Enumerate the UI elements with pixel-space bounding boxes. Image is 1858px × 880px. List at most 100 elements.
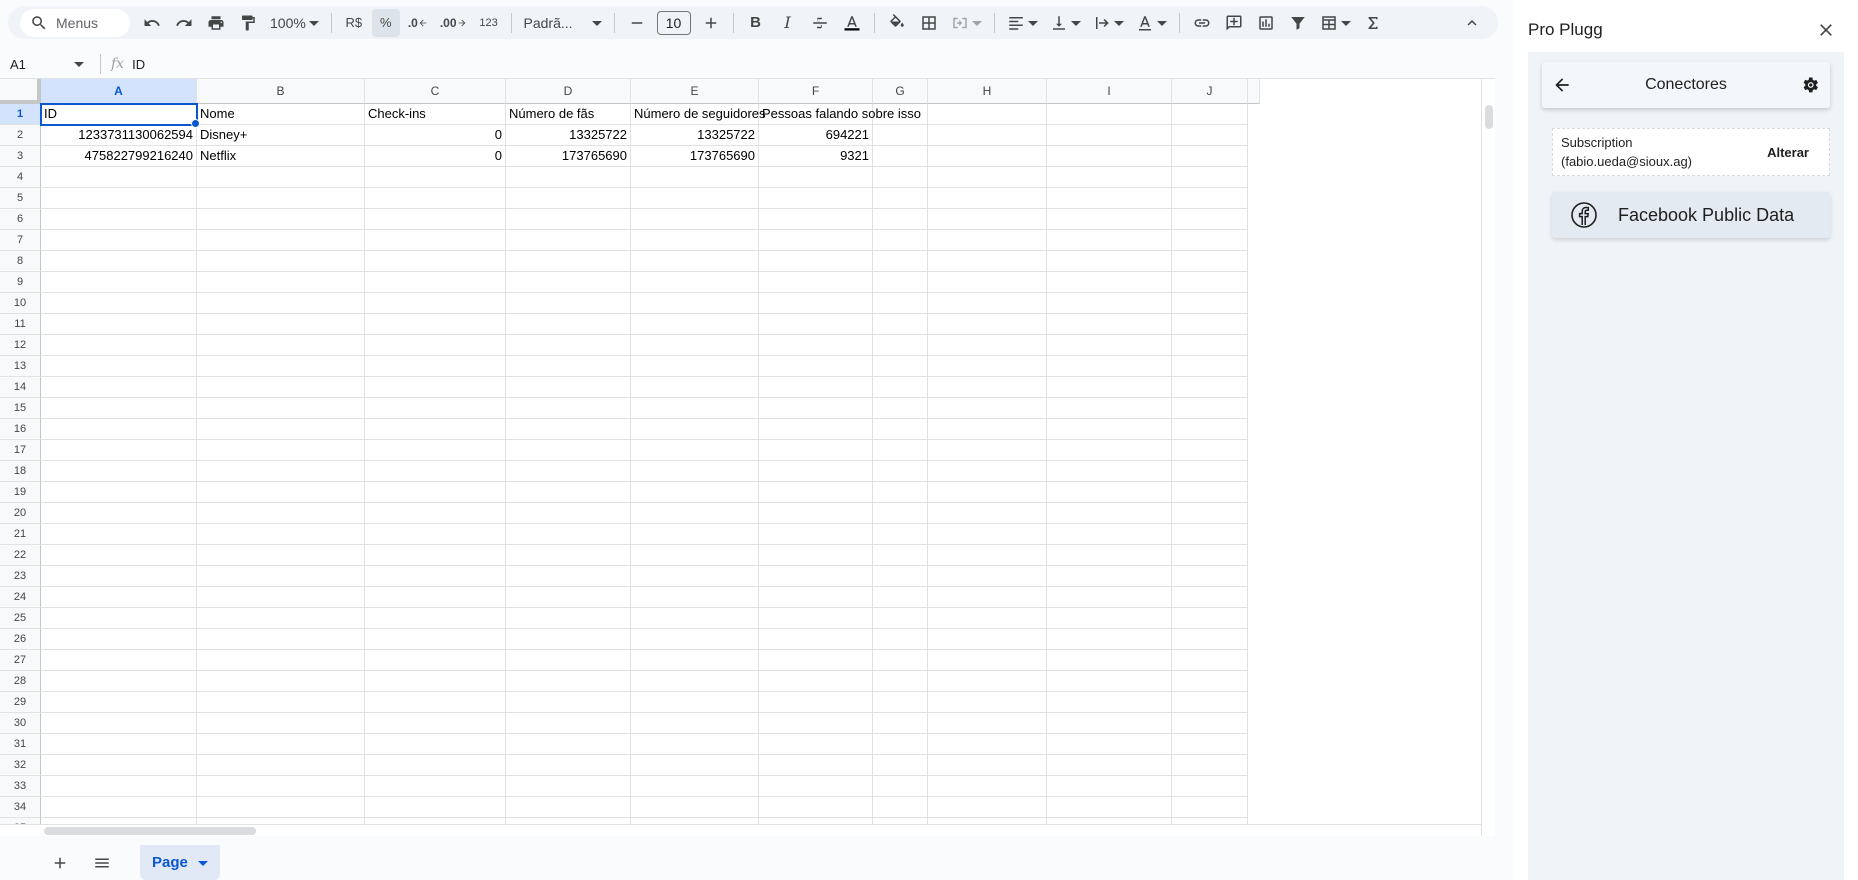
grid-cell[interactable]	[1172, 188, 1248, 209]
grid-cell[interactable]	[759, 524, 873, 545]
grid-cell[interactable]	[1047, 629, 1172, 650]
grid-cell[interactable]	[631, 587, 759, 608]
column-header[interactable]: A	[41, 79, 197, 104]
grid-cell[interactable]	[631, 692, 759, 713]
grid-cell[interactable]	[928, 566, 1047, 587]
grid-cell[interactable]	[197, 167, 365, 188]
grid-cell[interactable]	[1172, 797, 1248, 818]
grid-cell[interactable]	[631, 461, 759, 482]
row-header[interactable]: 32	[0, 755, 41, 776]
grid-cell[interactable]	[41, 230, 197, 251]
row-header[interactable]: 2	[0, 125, 41, 146]
grid-cell[interactable]	[928, 545, 1047, 566]
all-sheets-button[interactable]	[88, 849, 116, 877]
grid-cell[interactable]	[928, 293, 1047, 314]
grid-cell[interactable]	[873, 566, 928, 587]
grid-cell[interactable]	[1172, 587, 1248, 608]
grid-cell[interactable]	[365, 335, 506, 356]
column-header[interactable]: B	[197, 79, 365, 104]
row-header[interactable]: 29	[0, 692, 41, 713]
grid-cell[interactable]	[41, 776, 197, 797]
grid-cell[interactable]	[365, 251, 506, 272]
grid-cell[interactable]	[41, 524, 197, 545]
grid-cell[interactable]	[631, 797, 759, 818]
grid-cell[interactable]	[506, 629, 631, 650]
text-color-button[interactable]	[838, 9, 866, 37]
grid-cell[interactable]	[1172, 755, 1248, 776]
grid-cell[interactable]: 694221	[759, 125, 873, 146]
filter-views-button[interactable]	[1316, 9, 1355, 37]
grid-cell[interactable]	[873, 230, 928, 251]
grid-cell[interactable]	[631, 293, 759, 314]
grid-cell[interactable]	[759, 461, 873, 482]
grid-cell[interactable]	[197, 713, 365, 734]
increase-font-size-button[interactable]	[697, 9, 725, 37]
grid-cell[interactable]	[365, 293, 506, 314]
grid-cell[interactable]	[873, 125, 928, 146]
grid-cell[interactable]	[873, 755, 928, 776]
grid-cell[interactable]	[41, 335, 197, 356]
grid-cell[interactable]	[759, 419, 873, 440]
grid-cell[interactable]: Netflix	[197, 146, 365, 167]
row-header[interactable]: 21	[0, 524, 41, 545]
grid-cell[interactable]	[197, 587, 365, 608]
row-header[interactable]: 24	[0, 587, 41, 608]
grid-cell[interactable]	[506, 692, 631, 713]
grid-cell[interactable]	[1172, 419, 1248, 440]
row-header[interactable]: 25	[0, 608, 41, 629]
settings-button[interactable]	[1800, 75, 1820, 95]
grid-cell[interactable]	[759, 608, 873, 629]
select-all-corner[interactable]	[0, 79, 41, 104]
grid-cell[interactable]	[928, 146, 1047, 167]
row-header[interactable]: 27	[0, 650, 41, 671]
grid-cell[interactable]	[1047, 797, 1172, 818]
grid-cell[interactable]	[365, 797, 506, 818]
grid-cell[interactable]	[873, 524, 928, 545]
grid-cell[interactable]	[41, 650, 197, 671]
grid-cell[interactable]	[873, 377, 928, 398]
grid-cell[interactable]	[506, 671, 631, 692]
grid-cell[interactable]	[759, 251, 873, 272]
grid-cell[interactable]	[1172, 629, 1248, 650]
grid-cell[interactable]	[1172, 104, 1248, 125]
grid-cell[interactable]	[759, 713, 873, 734]
grid-cell[interactable]	[506, 755, 631, 776]
grid-cell[interactable]	[759, 482, 873, 503]
grid-cell[interactable]	[759, 377, 873, 398]
insert-chart-button[interactable]	[1252, 9, 1280, 37]
grid-cell[interactable]	[759, 440, 873, 461]
grid-cell[interactable]	[1172, 314, 1248, 335]
grid-cell[interactable]	[631, 272, 759, 293]
row-header[interactable]: 22	[0, 545, 41, 566]
grid-cell[interactable]	[506, 335, 631, 356]
grid-cell[interactable]	[759, 503, 873, 524]
horizontal-scroll-thumb[interactable]	[44, 827, 256, 835]
grid-cell[interactable]	[759, 335, 873, 356]
formula-input[interactable]: ID	[132, 57, 145, 72]
grid-cell[interactable]	[197, 188, 365, 209]
grid-cell[interactable]	[1172, 776, 1248, 797]
grid-cell[interactable]	[928, 104, 1047, 125]
grid-cell[interactable]	[1047, 209, 1172, 230]
grid-cell[interactable]	[365, 692, 506, 713]
vertical-scrollbar[interactable]	[1481, 79, 1495, 836]
grid-cell[interactable]	[1047, 419, 1172, 440]
grid-cell[interactable]	[873, 671, 928, 692]
borders-button[interactable]	[915, 9, 943, 37]
grid-cell[interactable]	[197, 734, 365, 755]
grid-cell[interactable]	[41, 356, 197, 377]
grid-cell[interactable]: 1233731130062594	[41, 125, 197, 146]
grid-cell[interactable]	[873, 713, 928, 734]
grid-cell[interactable]	[365, 734, 506, 755]
grid-cell[interactable]	[1047, 440, 1172, 461]
grid-cell[interactable]	[365, 776, 506, 797]
grid-cell[interactable]	[41, 167, 197, 188]
grid-cell[interactable]	[506, 776, 631, 797]
grid-cell[interactable]: Check-ins	[365, 104, 506, 125]
grid-cell[interactable]	[41, 293, 197, 314]
grid-cell[interactable]	[197, 272, 365, 293]
grid-cell[interactable]	[365, 167, 506, 188]
change-subscription-button[interactable]: Alterar	[1767, 145, 1809, 160]
grid-cell[interactable]	[1047, 251, 1172, 272]
grid-cell[interactable]	[1047, 188, 1172, 209]
